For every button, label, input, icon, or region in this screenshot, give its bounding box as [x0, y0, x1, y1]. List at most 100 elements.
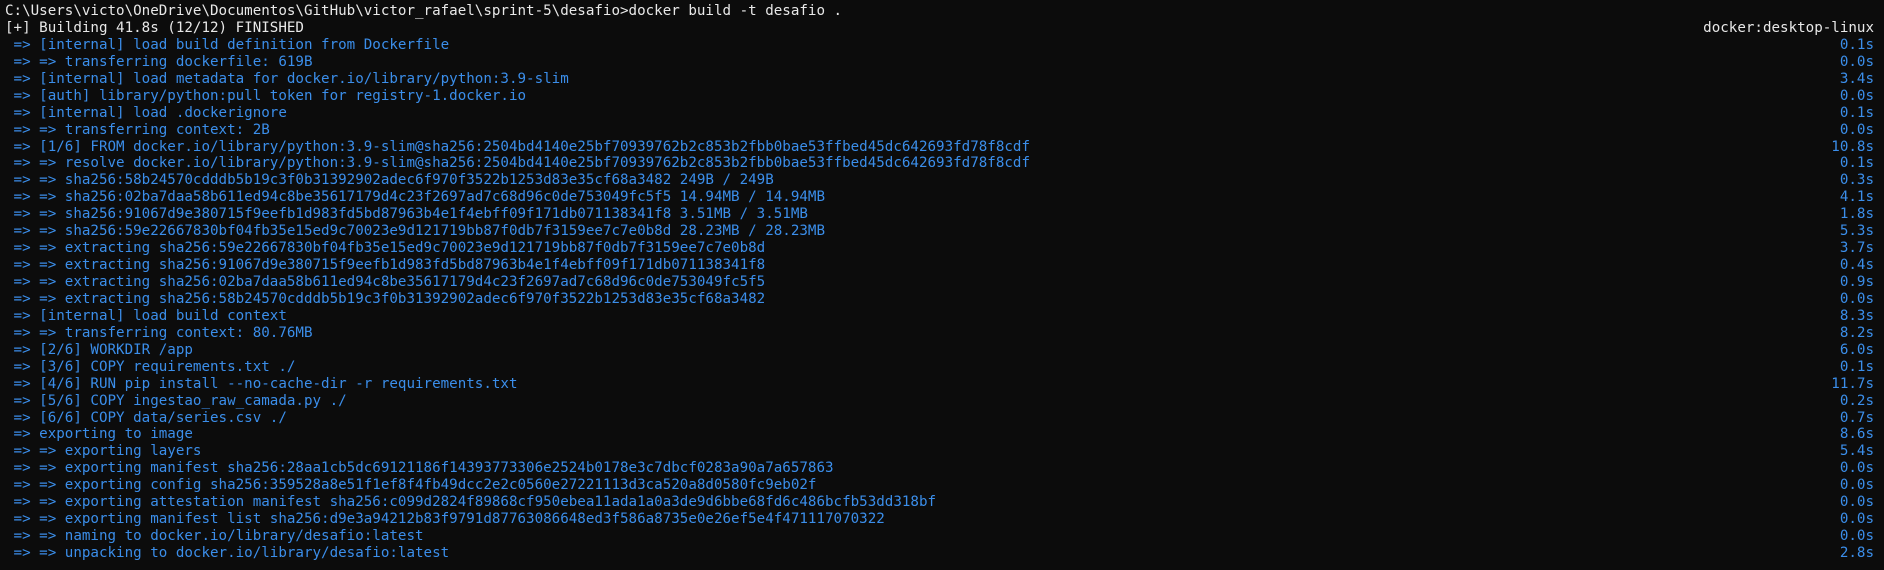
build-step-text: => [3/6] COPY requirements.txt ./: [5, 358, 296, 375]
build-step-line: => => exporting manifest list sha256:d9e…: [5, 511, 1876, 528]
build-step-duration: 0.0s: [1839, 528, 1874, 545]
build-step-text: => [6/6] COPY data/series.csv ./: [5, 409, 287, 426]
build-step-text: => [internal] load build context: [5, 307, 287, 324]
build-step-text: => => sha256:58b24570cdddb5b19c3f0b31392…: [5, 172, 774, 189]
build-step-line: => => sha256:91067d9e380715f9eefb1d983fd…: [5, 206, 1876, 223]
build-step-text: => => extracting sha256:02ba7daa58b611ed…: [5, 274, 766, 290]
build-step-duration: 3.7s: [1839, 240, 1874, 257]
build-step-line: => [2/6] WORKDIR /app 6.0s: [5, 342, 1876, 359]
build-step-duration: 8.3s: [1839, 307, 1874, 324]
build-step-duration: 2.8s: [1839, 545, 1874, 561]
docker-context-label: docker:desktop-linux: [1703, 19, 1874, 36]
build-step-text: => => exporting attestation manifest sha…: [5, 494, 937, 511]
build-step-text: => => naming to docker.io/library/desafi…: [5, 528, 424, 545]
build-step-line: => => extracting sha256:02ba7daa58b611ed…: [5, 274, 1876, 291]
build-step-text: => [internal] load .dockerignore: [5, 104, 287, 121]
build-step-line: => => sha256:02ba7daa58b611ed94c8be35617…: [5, 189, 1876, 206]
build-step-duration: 4.1s: [1839, 189, 1874, 206]
build-step-text: => => exporting manifest sha256:28aa1cb5…: [5, 460, 834, 477]
build-step-duration: 0.4s: [1839, 257, 1874, 274]
build-step-line: => => extracting sha256:91067d9e380715f9…: [5, 257, 1876, 274]
build-step-text: => [1/6] FROM docker.io/library/python:3…: [5, 138, 1030, 155]
build-step-duration: 0.0s: [1839, 477, 1874, 494]
build-step-line: => [1/6] FROM docker.io/library/python:3…: [5, 139, 1876, 156]
build-step-text: => => sha256:91067d9e380715f9eefb1d983fd…: [5, 206, 808, 223]
build-status: [+] Building 41.8s (12/12) FINISHED: [5, 19, 304, 36]
build-step-duration: 0.0s: [1839, 121, 1874, 138]
build-step-line: => [internal] load build context 8.3s: [5, 308, 1876, 325]
build-step-line: => [4/6] RUN pip install --no-cache-dir …: [5, 376, 1876, 393]
build-step-duration: 0.0s: [1839, 87, 1874, 104]
build-step-duration: 8.2s: [1839, 324, 1874, 341]
build-step-text: => [internal] load metadata for docker.i…: [5, 70, 569, 87]
build-step-duration: 5.4s: [1839, 443, 1874, 460]
command-prompt-line: C:\Users\victo\OneDrive\Documentos\GitHu…: [5, 3, 1876, 20]
build-step-text: => => sha256:02ba7daa58b611ed94c8be35617…: [5, 189, 825, 206]
build-step-text: => [2/6] WORKDIR /app: [5, 341, 193, 358]
build-step-line: => => transferring context: 80.76MB 8.2s: [5, 325, 1876, 342]
build-step-text: => => extracting sha256:58b24570cdddb5b1…: [5, 290, 766, 307]
build-step-line: => => extracting sha256:58b24570cdddb5b1…: [5, 291, 1876, 308]
build-step-duration: 3.4s: [1839, 70, 1874, 87]
build-step-line: => [internal] load .dockerignore 0.1s: [5, 105, 1876, 122]
build-step-duration: 0.0s: [1839, 494, 1874, 511]
build-step-line: => => sha256:59e22667830bf04fb35e15ed9c7…: [5, 223, 1876, 240]
build-step-duration: 0.0s: [1839, 290, 1874, 307]
build-step-duration: 10.8s: [1831, 138, 1874, 155]
build-step-text: => [5/6] COPY ingestao_raw_camada.py ./: [5, 392, 347, 409]
build-step-text: => => extracting sha256:91067d9e380715f9…: [5, 257, 766, 274]
build-step-line: => [auth] library/python:pull token for …: [5, 88, 1876, 105]
build-step-line: => => extracting sha256:59e22667830bf04f…: [5, 240, 1876, 257]
build-steps-list: => [internal] load build definition from…: [5, 37, 1876, 562]
build-step-duration: 0.0s: [1839, 511, 1874, 528]
terminal-window[interactable]: C:\Users\victo\OneDrive\Documentos\GitHu…: [0, 0, 1884, 570]
build-step-text: => => unpacking to docker.io/library/des…: [5, 545, 450, 561]
build-step-duration: 0.1s: [1839, 358, 1874, 375]
build-step-line: => [6/6] COPY data/series.csv ./ 0.7s: [5, 410, 1876, 427]
build-step-duration: 1.8s: [1839, 206, 1874, 223]
build-step-line: => => transferring dockerfile: 619B 0.0s: [5, 54, 1876, 71]
build-step-line: => => exporting attestation manifest sha…: [5, 494, 1876, 511]
build-step-duration: 0.3s: [1839, 172, 1874, 189]
build-step-text: => exporting to image: [5, 426, 193, 443]
build-step-line: => => naming to docker.io/library/desafi…: [5, 528, 1876, 545]
build-step-duration: 8.6s: [1839, 426, 1874, 443]
build-step-duration: 5.3s: [1839, 223, 1874, 240]
build-step-duration: 0.1s: [1839, 104, 1874, 121]
build-step-duration: 0.1s: [1839, 36, 1874, 53]
build-step-duration: 0.0s: [1839, 53, 1874, 70]
build-step-duration: 0.1s: [1839, 155, 1874, 172]
build-step-line: => => exporting config sha256:359528a8e5…: [5, 477, 1876, 494]
build-step-line: => => resolve docker.io/library/python:3…: [5, 155, 1876, 172]
build-step-line: => [internal] load build definition from…: [5, 37, 1876, 54]
build-step-text: => => extracting sha256:59e22667830bf04f…: [5, 240, 766, 257]
build-step-duration: 0.7s: [1839, 409, 1874, 426]
build-step-duration: 0.0s: [1839, 460, 1874, 477]
build-step-duration: 0.9s: [1839, 274, 1874, 290]
build-step-line: => => exporting layers 5.4s: [5, 443, 1876, 460]
build-status-line: [+] Building 41.8s (12/12) FINISHED dock…: [5, 20, 1876, 37]
build-step-duration: 0.2s: [1839, 392, 1874, 409]
build-step-line: => [internal] load metadata for docker.i…: [5, 71, 1876, 88]
build-step-text: => => exporting layers: [5, 443, 202, 460]
build-step-text: => => sha256:59e22667830bf04fb35e15ed9c7…: [5, 223, 825, 240]
build-step-text: => => transferring context: 2B: [5, 121, 270, 138]
build-step-line: => [3/6] COPY requirements.txt ./ 0.1s: [5, 359, 1876, 376]
build-step-text: => => transferring dockerfile: 619B: [5, 53, 313, 70]
build-step-text: => [auth] library/python:pull token for …: [5, 87, 527, 104]
build-step-line: => => transferring context: 2B 0.0s: [5, 122, 1876, 139]
build-step-text: => [internal] load build definition from…: [5, 36, 450, 53]
build-step-line: => => unpacking to docker.io/library/des…: [5, 545, 1876, 562]
build-step-duration: 11.7s: [1831, 375, 1874, 392]
build-step-text: => => resolve docker.io/library/python:3…: [5, 155, 1030, 172]
build-step-line: => => sha256:58b24570cdddb5b19c3f0b31392…: [5, 172, 1876, 189]
build-step-text: => => transferring context: 80.76MB: [5, 324, 313, 341]
build-step-line: => [5/6] COPY ingestao_raw_camada.py ./ 0…: [5, 393, 1876, 410]
build-step-text: => => exporting config sha256:359528a8e5…: [5, 477, 817, 494]
build-step-duration: 6.0s: [1839, 341, 1874, 358]
build-step-text: => [4/6] RUN pip install --no-cache-dir …: [5, 375, 518, 392]
build-step-line: => => exporting manifest sha256:28aa1cb5…: [5, 460, 1876, 477]
command-prompt: C:\Users\victo\OneDrive\Documentos\GitHu…: [5, 3, 843, 19]
build-step-line: => exporting to image 8.6s: [5, 426, 1876, 443]
build-step-text: => => exporting manifest list sha256:d9e…: [5, 511, 885, 528]
